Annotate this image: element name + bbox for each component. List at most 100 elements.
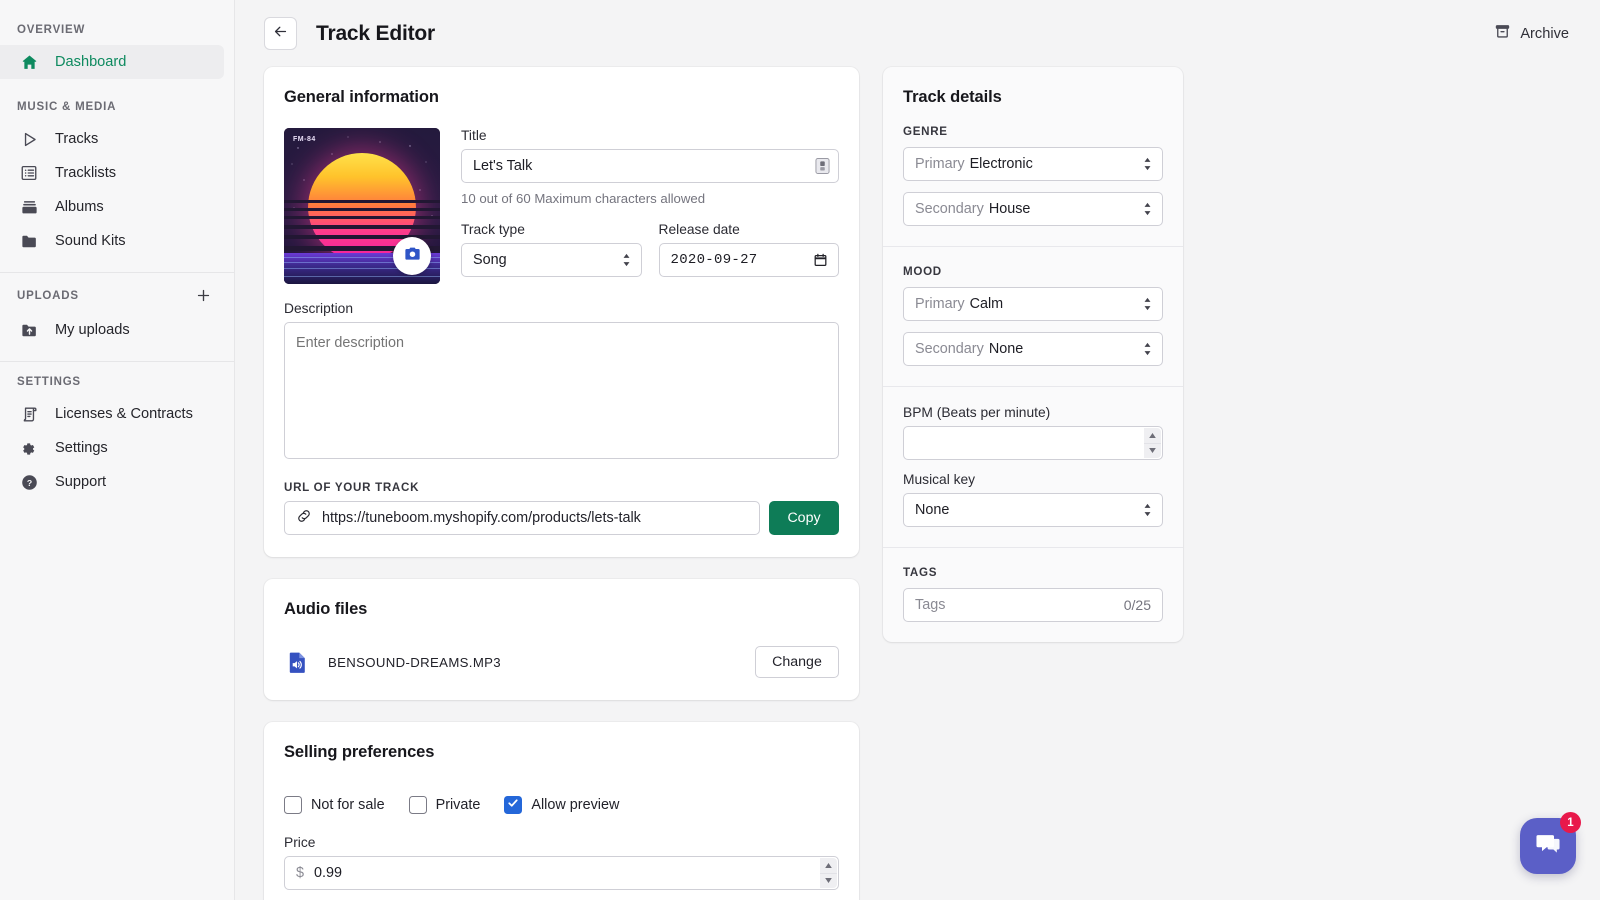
genre-primary-value: Electronic [969, 156, 1033, 172]
mood-primary-value: Calm [969, 296, 1004, 312]
sidebar-item-tracklists[interactable]: Tracklists [0, 156, 224, 190]
tags-placeholder: Tags [915, 597, 946, 613]
track-type-select[interactable]: Song [461, 243, 642, 277]
genre-caption: GENRE [903, 125, 948, 138]
gear-icon [18, 437, 40, 459]
add-upload-button[interactable] [195, 287, 212, 304]
url-label: URL OF YOUR TRACK [284, 481, 420, 494]
sidebar-item-label: Tracks [55, 131, 99, 147]
chat-widget-button[interactable]: 1 [1520, 812, 1581, 874]
musical-key-label: Musical key [903, 472, 976, 487]
tags-section: TAGS Tags 0/25 [883, 548, 1183, 642]
general-information-row: FM-84 Title Let's Talk 10 out of 60 Maxi… [284, 128, 839, 284]
chat-bubbles-icon [1533, 829, 1563, 864]
sidebar-caption-label: MUSIC & MEDIA [17, 101, 117, 113]
bpm-stepper-down[interactable] [1144, 443, 1161, 458]
archive-label: Archive [1520, 25, 1569, 42]
checkbox-box [284, 796, 302, 814]
title-label: Title [461, 128, 487, 143]
question-circle-icon: ? [18, 471, 40, 493]
audio-file-icon [284, 649, 310, 675]
chevron-updown-icon [1143, 202, 1152, 216]
checkbox-not-for-sale[interactable]: Not for sale [284, 796, 385, 814]
bpm-input[interactable] [903, 426, 1163, 460]
folder-icon [18, 230, 40, 252]
mood-secondary-select[interactable]: Secondary None [903, 332, 1163, 366]
sidebar-item-albums[interactable]: Albums [0, 190, 224, 224]
genre-secondary-prefix: Secondary [915, 201, 984, 217]
url-input[interactable]: https://tuneboom.myshopify.com/products/… [284, 501, 760, 535]
description-textarea[interactable] [284, 322, 839, 459]
title-input-wrap: Let's Talk [461, 149, 839, 183]
checkbox-label: Not for sale [311, 797, 385, 813]
artwork-thumbnail[interactable]: FM-84 [284, 128, 440, 284]
sidebar-group-uploads: UPLOADS My uploads [0, 277, 234, 347]
price-group: Price $ 0.99 [284, 835, 839, 890]
bpm-stepper[interactable] [1144, 428, 1161, 458]
track-type-group: Track type Song [461, 222, 642, 277]
sidebar-item-sound-kits[interactable]: Sound Kits [0, 224, 224, 258]
price-stepper[interactable] [820, 858, 837, 888]
change-artwork-button[interactable] [393, 237, 431, 275]
price-label: Price [284, 835, 316, 850]
general-fields: Title Let's Talk 10 out of 60 Maximum ch… [461, 128, 839, 284]
sidebar-item-my-uploads[interactable]: My uploads [0, 313, 224, 347]
contract-icon [18, 403, 40, 425]
checkbox-private[interactable]: Private [408, 796, 480, 814]
price-stepper-up[interactable] [820, 858, 837, 874]
currency-symbol: $ [296, 865, 305, 881]
left-column: General information FM-84 Title Let's Ta… [264, 67, 859, 900]
copy-button[interactable]: Copy [769, 501, 839, 535]
archive-button[interactable]: Archive [1490, 17, 1573, 50]
back-button[interactable] [264, 17, 297, 50]
musical-key-select[interactable]: None [903, 493, 1163, 527]
genre-secondary-select[interactable]: Secondary House [903, 192, 1163, 226]
tags-count: 0/25 [1123, 597, 1151, 613]
musical-key-value: None [915, 502, 950, 518]
sidebar-caption-label: SETTINGS [17, 376, 81, 388]
sidebar-item-label: Support [55, 474, 107, 490]
mood-primary-select[interactable]: Primary Calm [903, 287, 1163, 321]
sidebar-caption-overview: OVERVIEW [0, 14, 234, 45]
genre-primary-prefix: Primary [915, 156, 965, 172]
camera-icon [403, 244, 422, 268]
price-input[interactable]: $ 0.99 [284, 856, 839, 890]
checkbox-allow-preview[interactable]: Allow preview [504, 796, 619, 814]
sidebar-divider [0, 272, 234, 273]
bpm-stepper-up[interactable] [1144, 428, 1161, 444]
selling-preferences-title: Selling preferences [284, 743, 435, 761]
sidebar-item-label: Albums [55, 199, 104, 215]
checkbox-box [504, 796, 523, 814]
release-date-label: Release date [658, 222, 740, 237]
title-input[interactable]: Let's Talk [461, 149, 839, 183]
selling-preferences-card: Selling preferences Not for sale Private [264, 722, 859, 900]
release-date-input[interactable]: 2020-09-27 [658, 243, 839, 277]
sidebar-item-settings[interactable]: Settings [0, 431, 224, 465]
sidebar-caption-music-media: MUSIC & MEDIA [0, 91, 234, 122]
selling-checkbox-row: Not for sale Private Allow preview [284, 796, 839, 814]
chevron-updown-icon [1143, 342, 1152, 356]
tags-input[interactable]: Tags 0/25 [903, 588, 1163, 622]
home-icon [18, 51, 40, 73]
genre-section: GENRE Primary Electronic Secondary House [883, 107, 1183, 247]
sidebar-item-licenses-contracts[interactable]: Licenses & Contracts [0, 397, 224, 431]
title-char-hint: 10 out of 60 Maximum characters allowed [461, 191, 706, 206]
change-audio-button[interactable]: Change [755, 646, 839, 678]
url-group: URL OF YOUR TRACK https://tuneboom.mysho… [284, 481, 839, 535]
genre-primary-select[interactable]: Primary Electronic [903, 147, 1163, 181]
sidebar-group-music-media: MUSIC & MEDIA Tracks Tracklists Albums S… [0, 91, 234, 258]
calendar-icon[interactable] [813, 253, 828, 268]
general-information-card: General information FM-84 Title Let's Ta… [264, 67, 859, 557]
track-type-label: Track type [461, 222, 525, 237]
mood-secondary-value: None [988, 341, 1024, 357]
type-date-row: Track type Song Release date 2020-09-27 [461, 222, 839, 277]
sidebar-item-tracks[interactable]: Tracks [0, 122, 224, 156]
sidebar-item-label: Tracklists [55, 165, 117, 181]
track-type-value: Song [473, 252, 507, 268]
sidebar-item-dashboard[interactable]: Dashboard [0, 45, 224, 79]
folder-upload-icon [18, 319, 40, 341]
albums-icon [18, 196, 40, 218]
sidebar-item-support[interactable]: ? Support [0, 465, 224, 499]
price-stepper-down[interactable] [820, 873, 837, 888]
